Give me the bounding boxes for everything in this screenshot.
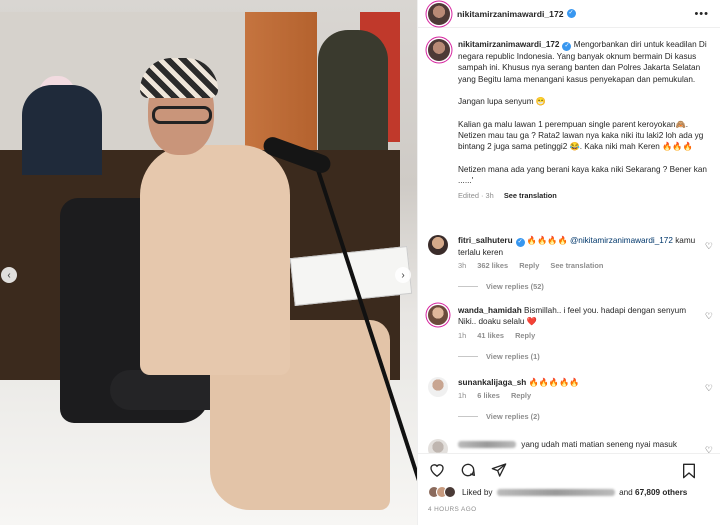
background-officer — [318, 30, 388, 150]
caption-paragraph-3: Kalian ga malu lawan 1 perempuan single … — [458, 119, 704, 152]
blurred-liker-name — [496, 488, 615, 496]
comment-heart-icon[interactable]: ♡ — [705, 311, 713, 322]
more-icon[interactable]: ••• — [694, 8, 709, 20]
comment-time: 3h — [458, 261, 467, 271]
comment-item: sunankalijaga_sh 🔥🔥🔥🔥🔥 1h 6 likes Reply … — [428, 377, 713, 421]
comment-avatar[interactable] — [428, 235, 448, 255]
carousel-next-button[interactable]: › — [395, 267, 411, 283]
reply-button[interactable]: Reply — [511, 391, 531, 400]
bookmark-icon[interactable] — [680, 462, 698, 480]
caption: nikitamirzanimawardi_172 ✓ Mengorbankan d… — [428, 39, 713, 200]
verified-badge-icon: ✓ — [515, 238, 525, 247]
share-icon[interactable] — [490, 461, 508, 479]
liked-by-label: Liked by — [462, 487, 493, 497]
see-translation-link[interactable]: See translation — [550, 261, 603, 270]
caption-paragraph-4: Netizen mana ada yang berani kaya kaka n… — [458, 164, 707, 186]
reply-button[interactable]: Reply — [515, 331, 535, 340]
carousel-prev-button[interactable]: ‹ — [1, 267, 17, 283]
blurred-username — [458, 441, 516, 449]
person-coat — [140, 145, 290, 375]
person-glasses — [152, 106, 212, 124]
comment-heart-icon[interactable]: ♡ — [705, 445, 713, 453]
heart-icon[interactable] — [428, 461, 446, 479]
header-username[interactable]: nikitamirzanimawardi_172 — [457, 9, 564, 19]
caption-avatar[interactable] — [428, 39, 450, 61]
comment-text: yang udah mati matian seneng nyai masuk — [521, 440, 677, 449]
verified-badge-icon: ✓ — [566, 9, 576, 18]
caption-paragraph-2: Jangan lupa senyum 😁 — [458, 97, 547, 107]
likes-summary[interactable]: Liked by and 67,809 others — [428, 486, 687, 498]
comments-scroll-area[interactable]: nikitamirzanimawardi_172 ✓ Mengorbankan d… — [418, 29, 720, 453]
comment-avatar[interactable] — [428, 377, 448, 397]
comment-likes[interactable]: 41 likes — [477, 331, 504, 340]
comment-likes[interactable]: 362 likes — [477, 261, 508, 270]
view-replies-button[interactable]: View replies (1) — [458, 352, 713, 361]
others-count[interactable]: 67,809 others — [635, 488, 687, 497]
view-replies-button[interactable]: View replies (52) — [458, 282, 713, 291]
avatar[interactable] — [428, 2, 450, 25]
comment-item: wanda_hamidah Bismillah.. i feel you. ha… — [428, 305, 713, 361]
comment-emoji: 🔥🔥🔥🔥 — [526, 236, 568, 245]
comment-item: yang udah mati matian seneng nyai masuk … — [428, 439, 713, 453]
comment-heart-icon[interactable]: ♡ — [705, 383, 713, 394]
comment-heart-icon[interactable]: ♡ — [705, 241, 713, 252]
comment-username[interactable]: sunankalijaga_sh — [458, 378, 526, 387]
caption-username[interactable]: nikitamirzanimawardi_172 — [458, 40, 559, 49]
comment-avatar[interactable] — [428, 439, 448, 453]
reply-button[interactable]: Reply — [519, 261, 539, 270]
background-person — [22, 85, 102, 175]
comment-username[interactable]: fitri_salhuteru — [458, 236, 513, 245]
post-header: nikitamirzanimawardi_172 ✓ ••• — [418, 0, 720, 28]
comment-username[interactable]: wanda_hamidah — [458, 306, 522, 315]
comment-item: fitri_salhuteru ✓ 🔥🔥🔥🔥 @nikitamirzanimawa… — [428, 235, 713, 291]
caption-edited-time: Edited · 3h — [458, 190, 494, 200]
post-image[interactable] — [0, 0, 417, 525]
liker-avatar — [444, 486, 456, 498]
view-replies-button[interactable]: View replies (2) — [458, 412, 713, 421]
verified-badge-icon: ✓ — [562, 42, 572, 51]
comment-text: 🔥🔥🔥🔥🔥 — [528, 378, 580, 387]
chevron-left-icon: ‹ — [7, 269, 11, 281]
comment-likes[interactable]: 6 likes — [477, 391, 500, 400]
see-translation-link[interactable]: See translation — [504, 191, 557, 200]
comment-mention[interactable]: @nikitamirzanimawardi_172 — [570, 236, 673, 245]
comment-time: 1h — [458, 391, 467, 401]
comment-icon[interactable] — [459, 461, 477, 479]
post-timestamp: 4 HOURS AGO — [428, 506, 477, 513]
comment-avatar[interactable] — [428, 305, 448, 325]
comment-time: 1h — [458, 330, 467, 340]
and-label: and — [619, 487, 633, 497]
post-actions-bar — [418, 453, 720, 485]
post-side-panel: nikitamirzanimawardi_172 ✓ ••• nikitamir… — [417, 0, 720, 525]
chevron-right-icon: › — [401, 269, 405, 281]
